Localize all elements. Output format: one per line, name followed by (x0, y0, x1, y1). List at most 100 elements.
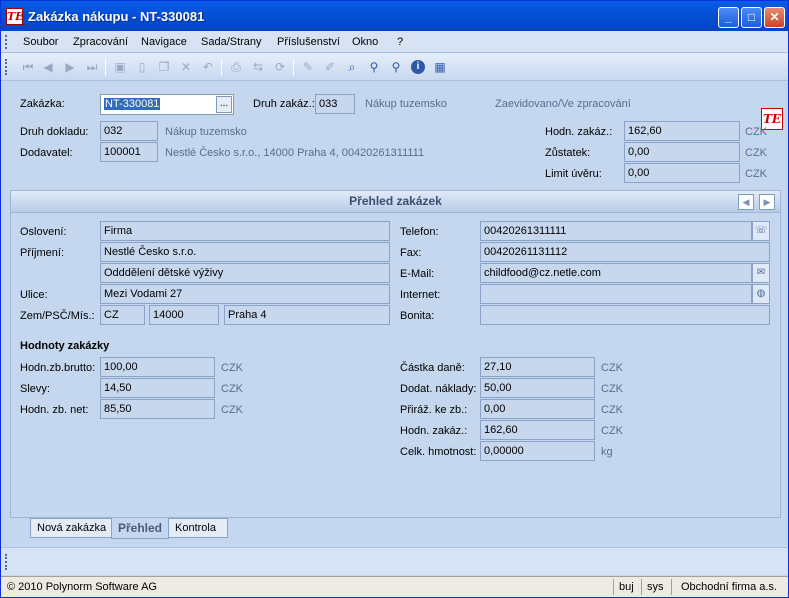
fax-label: Fax: (400, 247, 422, 259)
status-copyright: © 2010 Polynorm Software AG (7, 581, 157, 593)
zakazka-lookup-button[interactable]: ... (216, 96, 232, 113)
new-icon[interactable]: ▯ (135, 60, 149, 74)
limit-label: Limit úvěru: (545, 168, 602, 180)
hmotnost-label: Celk. hmotnost: (400, 446, 477, 458)
dan-label: Částka daně: (400, 362, 465, 374)
druh-dokladu-label: Druh dokladu: (20, 126, 89, 138)
menu-sada-strany[interactable]: Sada/Strany (201, 36, 262, 48)
zustatek-currency: CZK (745, 147, 767, 159)
menu-soubor[interactable]: Soubor (23, 36, 58, 48)
hodn-zakaz-label: Hodn. zakáz.: (545, 126, 613, 138)
undo-icon[interactable]: ↶ (201, 60, 215, 74)
next-icon[interactable]: ▶ (63, 60, 77, 74)
zustatek-field: 0,00 (624, 142, 740, 162)
internet-field (480, 284, 752, 304)
tab-kontrola[interactable]: Kontrola (168, 518, 228, 538)
hodn-zakaz-field: 162,60 (624, 121, 740, 141)
menu-okno[interactable]: Okno (352, 36, 378, 48)
find-icon[interactable]: ⚲ (389, 60, 403, 74)
oddeleni-field: Odddělení dětské výživy (100, 263, 390, 283)
slevy-currency: CZK (221, 383, 243, 395)
druh-zakaz-text: Nákup tuzemsko (365, 98, 447, 110)
druh-zakaz-field: 033 (315, 94, 355, 114)
zustatek-label: Zůstatek: (545, 147, 591, 159)
email-icon[interactable]: ✉ (752, 263, 770, 283)
limit-currency: CZK (745, 168, 767, 180)
order-status: Zaevidovano/Ve zpracování (495, 98, 631, 110)
tab-nova-zakazka[interactable]: Nová zakázka (30, 518, 122, 538)
zem-field: CZ (100, 305, 145, 325)
save-icon[interactable]: ▣ (113, 60, 127, 74)
brutto-field: 100,00 (100, 357, 215, 377)
title-bar[interactable]: TE Zakázka nákupu - NT-330081 _ □ ✕ (1, 1, 788, 31)
menu-navigace[interactable]: Navigace (141, 36, 187, 48)
priraz-label: Přiráž. ke zb.: (400, 404, 468, 416)
ulice-label: Ulice: (20, 289, 48, 301)
priraz-currency: CZK (601, 404, 623, 416)
edit2-icon[interactable]: ✐ (323, 60, 337, 74)
zakazka-label: Zakázka: (20, 98, 65, 110)
copy-icon[interactable]: ❐ (157, 60, 171, 74)
tab-prehled[interactable]: Přehled (111, 518, 169, 539)
internet-label: Internet: (400, 289, 441, 301)
osloveni-field: Firma (100, 221, 390, 241)
menu-help[interactable]: ? (397, 36, 403, 48)
first-icon[interactable]: ⏮ (21, 60, 35, 74)
transfer-icon[interactable]: ⇆ (251, 60, 265, 74)
zakazka-input[interactable]: NT-330081 (100, 94, 234, 115)
search-icon[interactable]: ⌕ (345, 60, 359, 74)
edit-icon[interactable]: ✎ (301, 60, 315, 74)
hodn-field: 162,60 (480, 420, 595, 440)
prijmeni-field: Nestlé Česko s.r.o. (100, 242, 390, 262)
naklady-label: Dodat. náklady: (400, 383, 477, 395)
prijmeni-label: Příjmení: (20, 247, 65, 259)
ulice-field: Mezi Vodami 27 (100, 284, 390, 304)
delete-icon[interactable]: ✕ (179, 60, 193, 74)
status-bar: © 2010 Polynorm Software AG buj sys Obch… (1, 576, 788, 597)
hodn-label: Hodn. zakáz.: (400, 425, 468, 437)
limit-field: 0,00 (624, 163, 740, 183)
bonita-label: Bonita: (400, 310, 435, 322)
dan-field: 27,10 (480, 357, 595, 377)
brutto-label: Hodn.zb.brutto: (20, 362, 96, 374)
globe-icon[interactable]: ◍ (752, 284, 770, 304)
status-system: sys (647, 581, 664, 593)
calculator-icon[interactable]: ▦ (433, 60, 447, 74)
refresh-icon[interactable]: ⟳ (273, 60, 287, 74)
print-icon[interactable]: ⎙ (229, 60, 243, 74)
minimize-button[interactable]: _ (718, 7, 739, 28)
bottom-toolbar (1, 547, 788, 575)
bottom-grip (5, 554, 8, 570)
naklady-field: 50,00 (480, 378, 595, 398)
status-company: Obchodní firma a.s. (681, 581, 777, 593)
tab-strip: Nová zakázka Přehled Kontrola (10, 518, 781, 540)
last-icon[interactable]: ⏭ (85, 60, 99, 74)
panel-next-icon[interactable]: ▶ (759, 194, 775, 210)
zoom-icon[interactable]: ⚲ (367, 60, 381, 74)
menu-zpracovani[interactable]: Zpracování (73, 36, 128, 48)
fax-field: 00420261131112 (480, 242, 770, 262)
dodavatel-label: Dodavatel: (20, 147, 73, 159)
phone-icon[interactable]: ☏ (752, 221, 770, 241)
status-user: buj (619, 581, 634, 593)
panel-prev-icon[interactable]: ◀ (738, 194, 754, 210)
hodn-zakaz-currency: CZK (745, 126, 767, 138)
telefon-label: Telefon: (400, 226, 439, 238)
druh-dokladu-field: 032 (100, 121, 158, 141)
toolbar: ⏮ ◀ ▶ ⏭ ▣ ▯ ❐ ✕ ↶ ⎙ ⇆ ⟳ ✎ ✐ ⌕ ⚲ ⚲ i ▦ TE (1, 53, 788, 130)
hodn-currency: CZK (601, 425, 623, 437)
info-icon[interactable]: i (411, 60, 425, 74)
osloveni-label: Oslovení: (20, 226, 67, 238)
prev-icon[interactable]: ◀ (41, 60, 55, 74)
close-button[interactable]: ✕ (764, 7, 785, 28)
druh-dokladu-text: Nákup tuzemsko (165, 126, 247, 138)
menu-prislusenstvi[interactable]: Příslušenství (277, 36, 340, 48)
window-title: Zakázka nákupu - NT-330081 (28, 9, 205, 24)
psc-field: 14000 (149, 305, 219, 325)
slevy-field: 14,50 (100, 378, 215, 398)
telefon-field: 00420261311111 (480, 221, 752, 241)
misto-field: Praha 4 (224, 305, 390, 325)
naklady-currency: CZK (601, 383, 623, 395)
maximize-button[interactable]: □ (741, 7, 762, 28)
email-field: childfood@cz.netle.com (480, 263, 752, 283)
